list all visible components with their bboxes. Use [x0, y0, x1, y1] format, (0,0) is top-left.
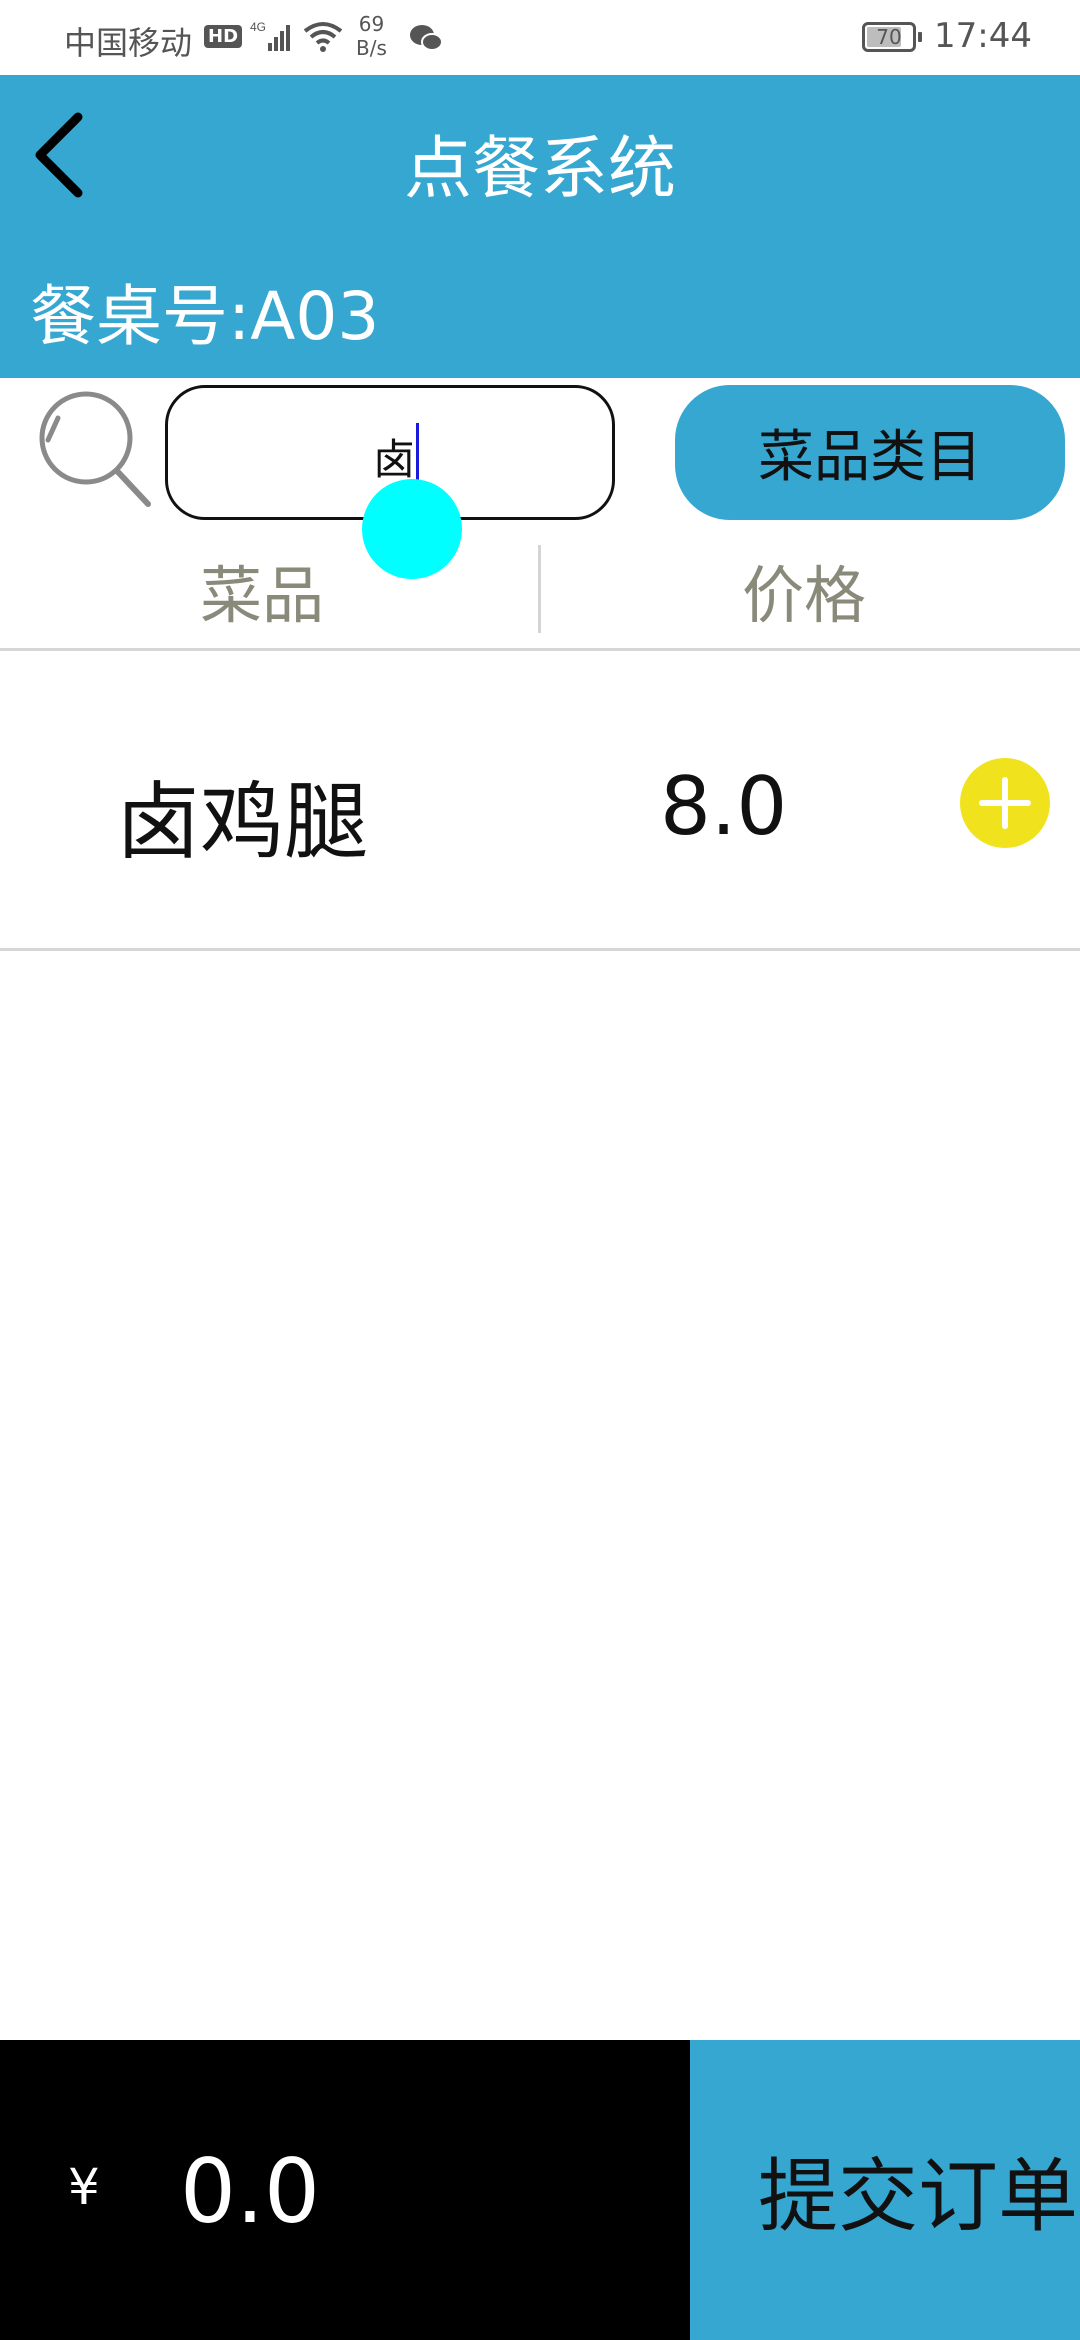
wechat-icon: [410, 25, 443, 51]
dish-price: 8.0: [660, 760, 788, 853]
touch-indicator: [362, 479, 462, 579]
submit-order-label: 提交订单: [758, 2150, 1078, 2243]
category-button-label: 菜品类目: [758, 425, 982, 490]
column-header-price: 价格: [742, 559, 867, 632]
row-divider: [0, 948, 1080, 951]
order-total-bar: ¥ 0.0: [0, 2040, 690, 2340]
network-speed: 69 B/s: [356, 12, 387, 60]
order-total: 0.0: [180, 2140, 320, 2243]
search-input-value: 卤: [373, 435, 416, 484]
add-dish-button[interactable]: [960, 758, 1050, 848]
search-icon[interactable]: [36, 390, 156, 510]
signal-icon: 4G: [250, 20, 291, 51]
wifi-icon: [303, 22, 343, 52]
battery-level: 70: [876, 25, 902, 49]
column-divider: [538, 545, 541, 633]
clock: 17:44: [934, 16, 1032, 56]
column-header-dish: 菜品: [200, 559, 325, 632]
status-bar: 中国移动 HD 4G 69 B/s 70 17:44: [0, 0, 1080, 75]
status-icons: HD 4G: [204, 16, 344, 56]
submit-order-button[interactable]: 提交订单: [690, 2040, 1080, 2340]
svg-text:4G: 4G: [250, 20, 266, 34]
carrier-label: 中国移动: [64, 24, 193, 62]
header-divider: [0, 648, 1080, 651]
dish-name: 卤鸡腿: [116, 773, 369, 871]
network-speed-value: 69: [358, 12, 385, 36]
header-bar: 点餐系统 餐桌号:A03: [0, 75, 1080, 378]
hd-badge: HD: [204, 24, 243, 48]
currency-symbol: ¥: [68, 2158, 100, 2216]
plus-icon: [979, 777, 1031, 829]
network-speed-unit: B/s: [356, 36, 387, 60]
table-number-label: 餐桌号:A03: [30, 278, 380, 355]
page-title: 点餐系统: [403, 130, 676, 209]
battery-indicator: 70: [862, 22, 922, 52]
category-button[interactable]: 菜品类目: [675, 385, 1065, 520]
